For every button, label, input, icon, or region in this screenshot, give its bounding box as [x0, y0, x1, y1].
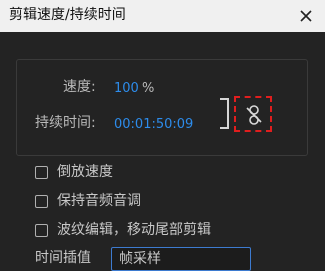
- unlink-chain-icon: [246, 105, 262, 125]
- speed-label: 速度:: [63, 79, 96, 95]
- interpolation-select[interactable]: 帧采样: [111, 247, 251, 271]
- close-icon: [300, 10, 312, 22]
- ripple-edit-checkbox[interactable]: [35, 223, 48, 237]
- speed-unit: %: [142, 81, 155, 96]
- title-bar: 剪辑速度/持续时间: [0, 0, 325, 32]
- maintain-pitch-option[interactable]: 保持音频音调: [35, 191, 141, 211]
- duration-label: 持续时间:: [35, 115, 96, 131]
- speed-value[interactable]: 100: [114, 80, 139, 97]
- reverse-speed-label: 倒放速度: [57, 163, 113, 180]
- ripple-edit-label: 波纹编辑，移动尾部剪辑: [57, 221, 211, 238]
- close-button[interactable]: [293, 3, 319, 29]
- maintain-pitch-checkbox[interactable]: [35, 194, 48, 208]
- interpolation-label: 时间插值: [35, 250, 91, 266]
- window-title: 剪辑速度/持续时间: [9, 7, 126, 23]
- ripple-edit-option[interactable]: 波纹编辑，移动尾部剪辑: [35, 220, 211, 240]
- link-toggle-button[interactable]: [234, 96, 272, 132]
- reverse-speed-checkbox[interactable]: [35, 165, 48, 179]
- link-bracket: [220, 98, 229, 129]
- maintain-pitch-label: 保持音频音调: [57, 192, 141, 209]
- duration-value[interactable]: 00:01:50:09: [114, 116, 193, 133]
- reverse-speed-option[interactable]: 倒放速度: [35, 162, 113, 182]
